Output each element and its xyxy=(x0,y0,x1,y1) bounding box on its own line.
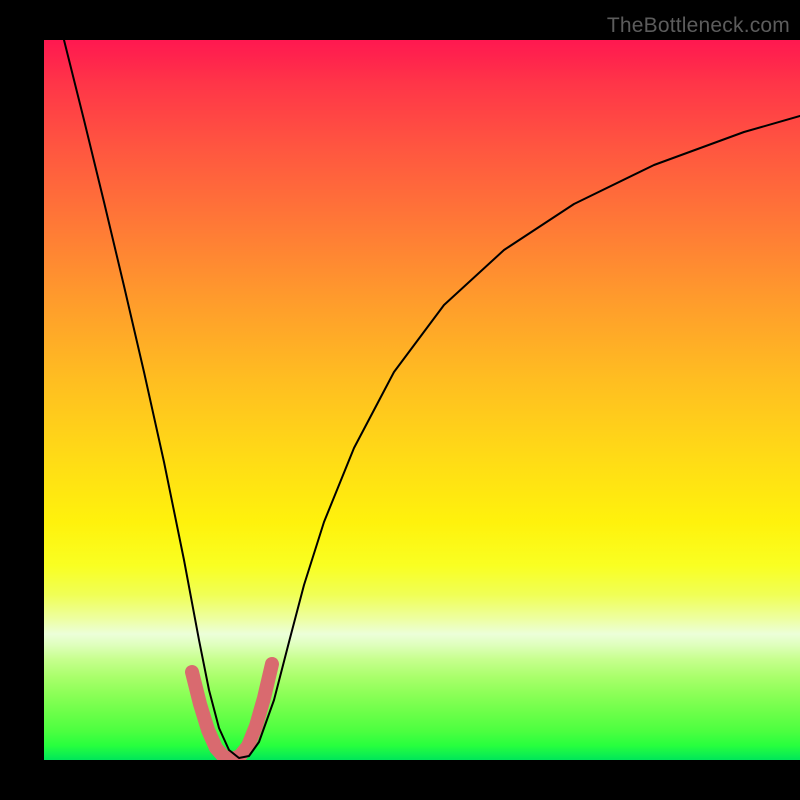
curve-svg xyxy=(44,40,800,760)
highlight-band xyxy=(192,664,272,759)
bottleneck-curve xyxy=(64,40,800,758)
watermark-text: TheBottleneck.com xyxy=(607,14,790,38)
plot-area xyxy=(44,40,800,760)
chart-frame: TheBottleneck.com xyxy=(0,0,800,800)
